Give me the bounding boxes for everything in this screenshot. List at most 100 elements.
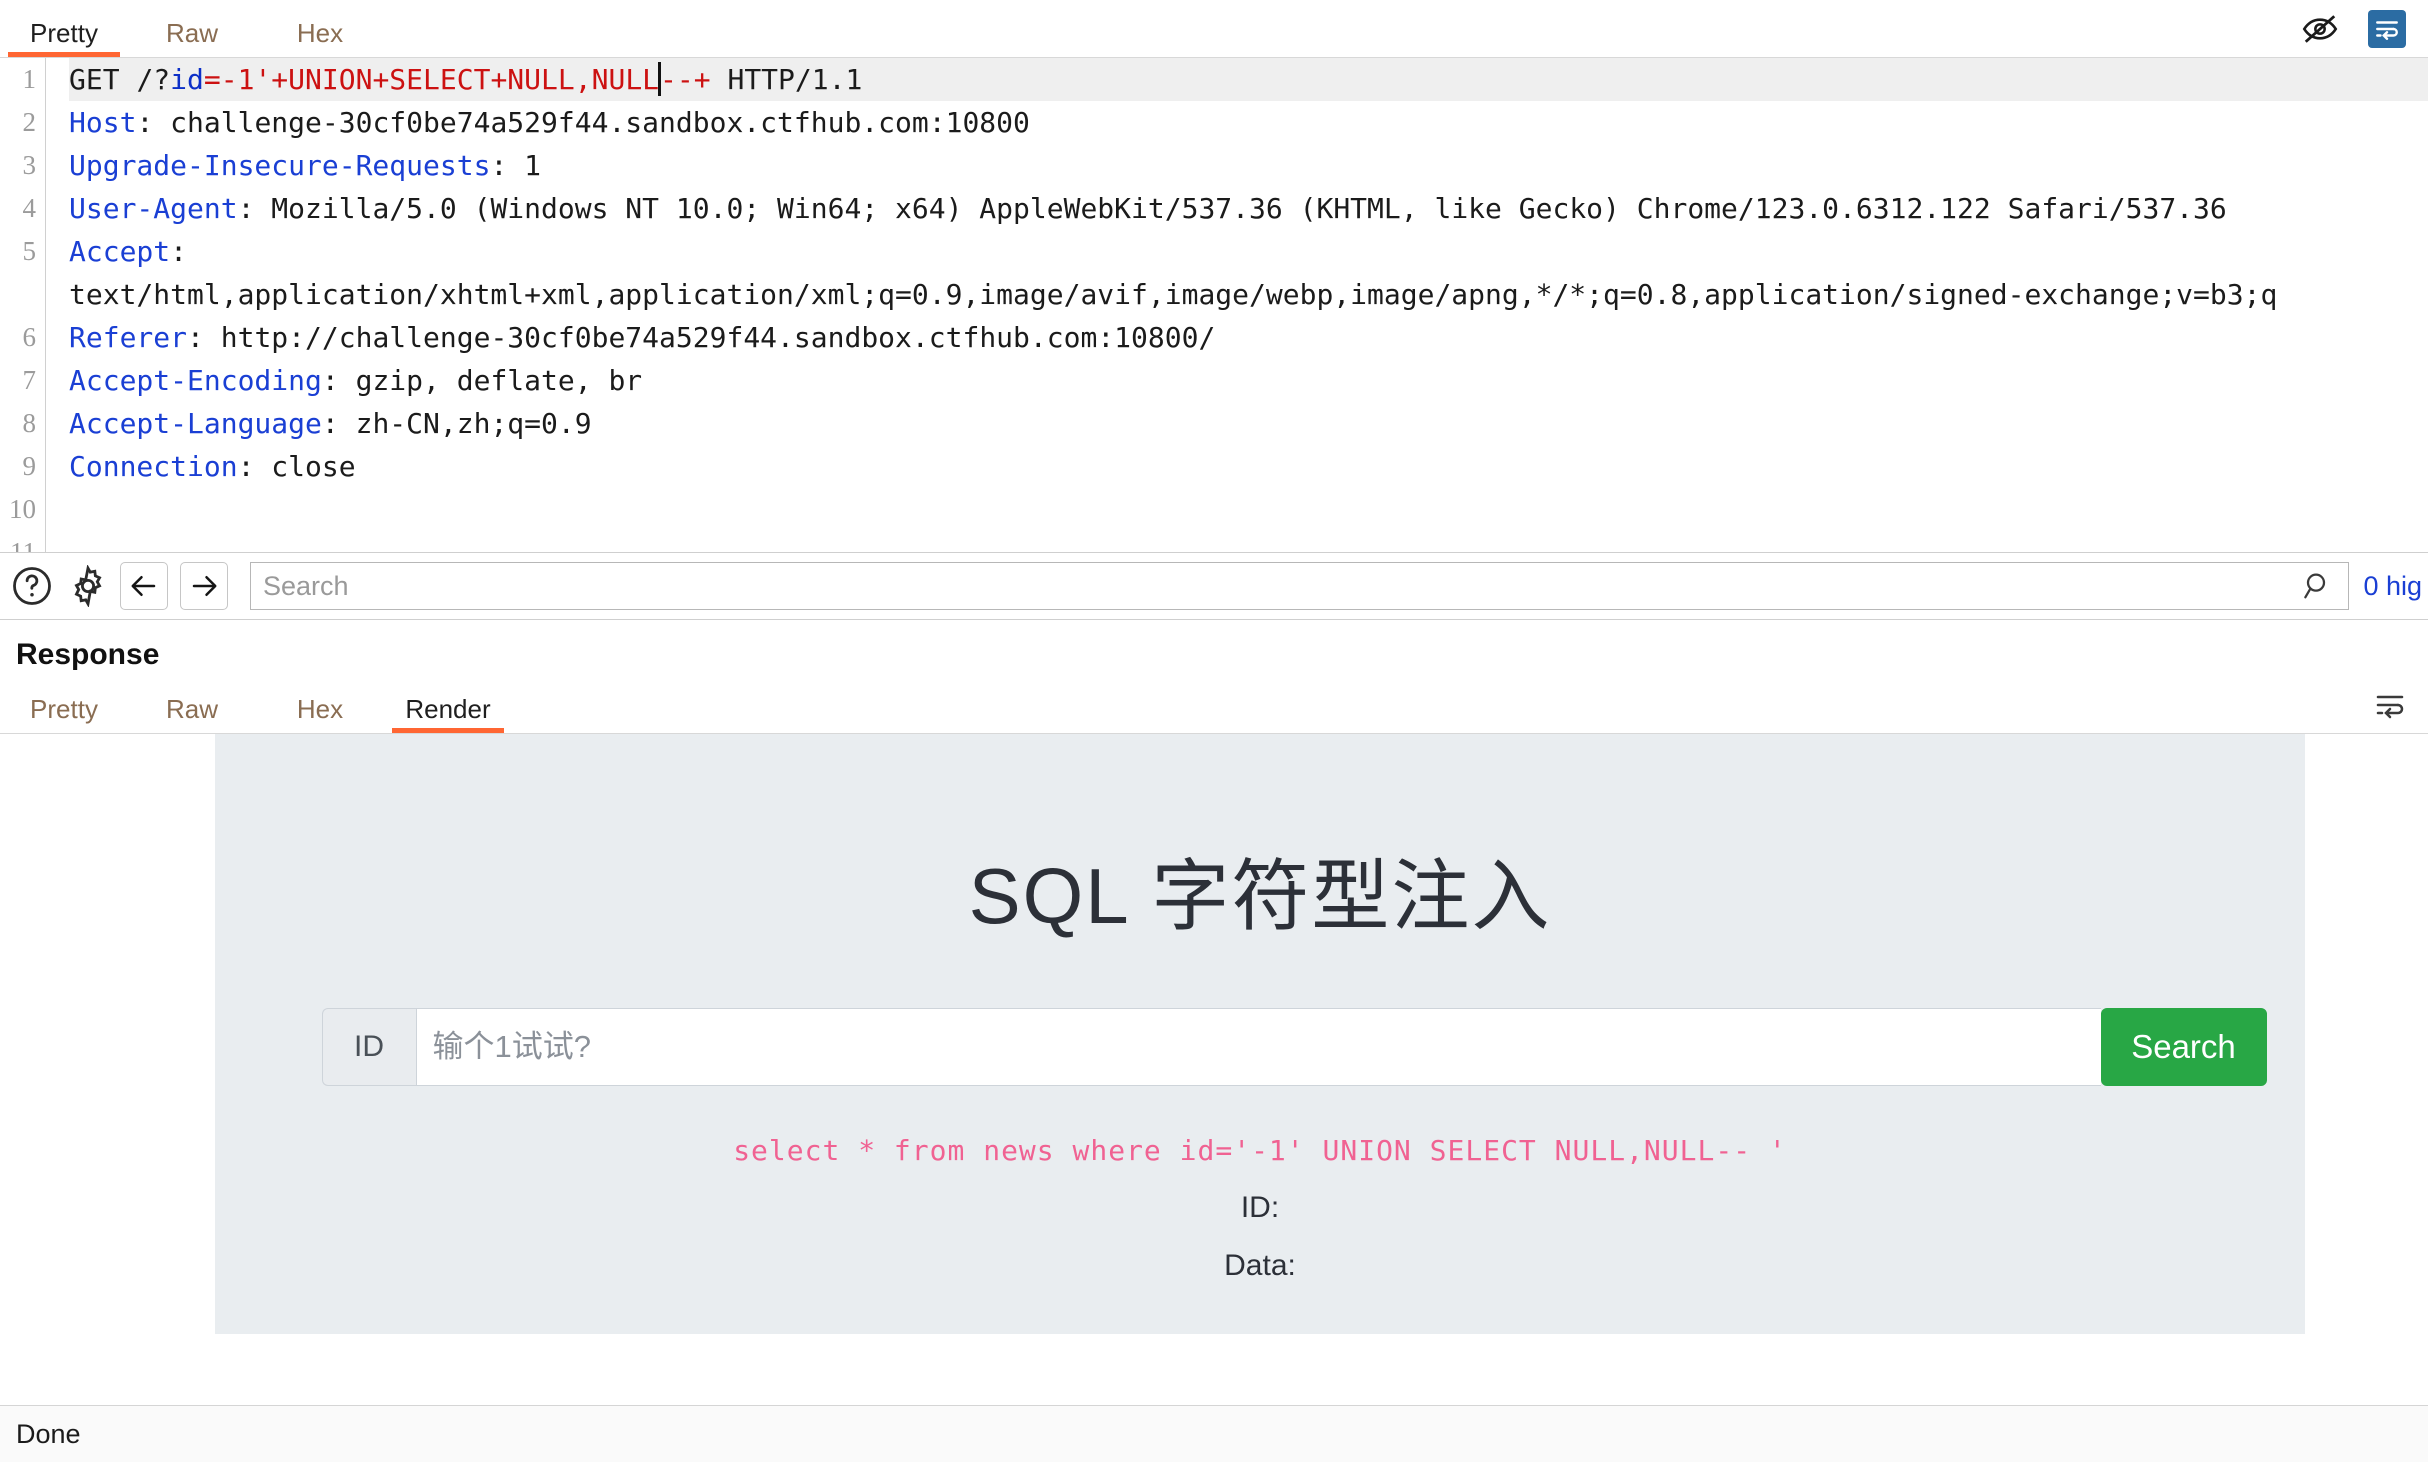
status-bar: Done [0,1405,2428,1462]
header-name: Connection [69,450,238,483]
tab-response-raw[interactable]: Raw [128,696,256,733]
header-colon: : [321,364,339,397]
help-circle-icon[interactable] [8,562,56,610]
response-toolbar [2370,685,2428,733]
line-number: 6 [22,322,37,352]
header-value-wrapped: text/html,application/xhtml+xml,applicat… [69,278,2278,311]
eye-slash-icon[interactable] [2300,9,2340,49]
response-tab-bar: Pretty Raw Hex Render [0,678,2428,734]
line-number: 8 [22,408,37,438]
header-name: Accept-Language [69,407,322,440]
response-render-view: SQL 字符型注入 ID Search select * from news w… [0,734,2428,1358]
request-code[interactable]: GET /?id=-1'+UNION+SELECT+NULL,NULL--+ H… [47,58,2428,552]
search-next-button[interactable] [180,562,228,610]
header-colon: : [321,407,339,440]
id-input[interactable] [415,1008,2101,1086]
line-number-continuation [0,273,45,316]
request-header-upgrade-insecure-requests[interactable]: Upgrade-Insecure-Requests: 1 [69,144,2428,187]
rendered-web-page: SQL 字符型注入 ID Search select * from news w… [215,734,2305,1334]
query-param-name: id [170,63,204,96]
search-icon[interactable] [2302,570,2348,602]
search-submit-button[interactable]: Search [2100,1008,2267,1086]
request-header-host[interactable]: Host: challenge-30cf0be74a529f44.sandbox… [69,101,2428,144]
tab-request-pretty-label: Pretty [30,18,98,48]
line-number: 10 [9,494,36,524]
line-number: 7 [22,365,37,395]
search-previous-button[interactable] [120,562,168,610]
header-name: Referer [69,321,188,354]
result-data-label: Data: [1224,1249,1296,1282]
http-version: HTTP/1.1 [710,63,863,96]
tab-response-pretty[interactable]: Pretty [0,696,128,733]
line-number: 2 [22,107,37,137]
word-wrap-icon[interactable] [2370,685,2410,725]
request-header-user-agent[interactable]: User-Agent: Mozilla/5.0 (Windows NT 10.0… [69,187,2428,230]
line-number: 11 [10,537,36,552]
request-line-1[interactable]: GET /?id=-1'+UNION+SELECT+NULL,NULL--+ H… [69,58,2428,101]
query-equals: = [203,63,221,96]
tab-request-pretty[interactable]: Pretty [0,20,128,57]
header-colon: : [237,450,255,483]
id-field-label: ID [321,1008,416,1086]
request-header-accept-value[interactable]: text/html,application/xhtml+xml,applicat… [69,273,2428,316]
tab-response-render-label: Render [405,694,491,724]
line-number: 3 [22,150,37,180]
response-panel-title: Response [16,638,160,671]
tab-response-hex-label: Hex [296,694,344,724]
tab-request-raw[interactable]: Raw [128,20,256,57]
header-colon: : [237,192,255,225]
header-value: challenge-30cf0be74a529f44.sandbox.ctfhu… [153,106,1030,139]
header-value: gzip, deflate, br [338,364,643,397]
request-toolbar [2300,9,2428,57]
status-text: Done [16,1418,81,1449]
request-editor[interactable]: 1 2 3 4 5 6 7 8 9 10 11 GET /?id=-1'+UNI… [0,58,2428,552]
header-value: Mozilla/5.0 (Windows NT 10.0; Win64; x64… [254,192,2227,225]
header-value: 1 [507,149,542,182]
line-number: 5 [22,236,37,266]
request-path: /? [136,63,171,96]
header-value: zh-CN,zh;q=0.9 [338,407,592,440]
id-search-form: ID Search [215,1008,2305,1086]
line-number: 1 [22,64,37,94]
header-colon: : [490,149,508,182]
sql-query-echo: select * from news where id='-1' UNION S… [733,1134,1787,1167]
tab-response-raw-label: Raw [165,694,218,724]
header-colon: : [170,235,188,268]
search-hit-count: 0 hig [2363,570,2422,601]
request-header-accept-encoding[interactable]: Accept-Encoding: gzip, deflate, br [69,359,2428,402]
result-id-label: ID: [1240,1191,1280,1224]
line-number: 9 [22,451,37,481]
line-number: 4 [22,193,37,223]
sqli-payload-comment: --+ [660,63,711,96]
gear-icon[interactable] [64,562,112,610]
line-number-gutter: 1 2 3 4 5 6 7 8 9 10 11 [0,58,46,552]
header-colon: : [187,321,204,354]
page-title: SQL 字符型注入 [968,852,1552,940]
header-name: Accept-Encoding [69,364,322,397]
http-method: GET [69,63,137,96]
word-wrap-icon[interactable] [2368,10,2406,48]
tab-request-hex-label: Hex [296,18,344,48]
search-field-wrapper[interactable] [250,562,2350,610]
request-tab-bar: Pretty Raw Hex [0,0,2428,58]
request-header-connection[interactable]: Connection: close [69,445,2428,488]
tab-request-raw-label: Raw [165,18,218,48]
search-input[interactable] [251,570,2303,602]
request-header-accept-language[interactable]: Accept-Language: zh-CN,zh;q=0.9 [69,402,2428,445]
tab-response-pretty-label: Pretty [30,694,98,724]
tab-response-hex[interactable]: Hex [256,696,384,733]
header-colon: : [136,106,154,139]
sqli-payload: -1'+UNION+SELECT+NULL,NULL [220,63,660,96]
request-header-referer[interactable]: Referer: http://challenge-30cf0be74a529f… [69,316,2428,359]
request-search-bar: 0 hig [0,552,2428,620]
header-name: Upgrade-Insecure-Requests [69,149,491,182]
id-input-group: ID Search [321,1008,2267,1086]
tab-request-hex[interactable]: Hex [256,20,384,57]
request-header-accept[interactable]: Accept: [69,230,2428,273]
request-line-blank-10[interactable] [69,488,2428,531]
header-name: User-Agent [69,192,238,225]
tab-response-render[interactable]: Render [384,696,512,733]
header-value: http://challenge-30cf0be74a529f44.sandbo… [203,321,1216,354]
header-name: Accept [69,235,171,268]
request-line-blank-11[interactable] [69,531,2428,552]
